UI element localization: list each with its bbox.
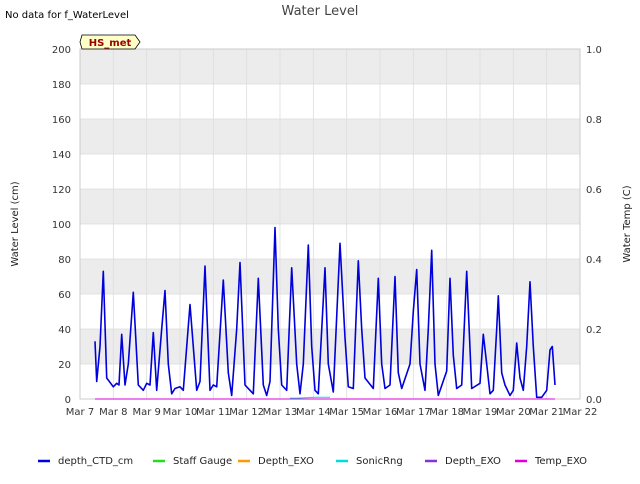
y-tick-label: 40 [58,325,71,336]
x-tick-label: Mar 14 [296,407,331,418]
x-tick-label: Mar 22 [563,407,598,418]
legend-label: depth_CTD_cm [58,456,133,467]
legend-label: Temp_EXO [534,456,587,467]
y2-tick-label: 0.4 [586,255,602,266]
water-level-chart: No data for f_WaterLevel Water Level 0 20… [5,4,633,467]
x-tick-label: Mar 7 [66,407,94,418]
x-tick-label: Mar 17 [396,407,431,418]
x-tick-label: Mar 12 [229,407,264,418]
x-tick-label: Mar 20 [496,407,531,418]
legend-label: Depth_EXO [445,456,501,467]
x-tick-label: Mar 9 [132,407,160,418]
x-tick-label: Mar 11 [196,407,231,418]
y-axis-label: Water Level (cm) [10,181,21,266]
y2-tick-label: 1.0 [586,45,602,56]
x-tick-label: Mar 15 [329,407,364,418]
y-tick-label: 200 [52,45,71,56]
y-tick-label: 160 [52,115,71,126]
y-tick-label: 140 [52,150,71,161]
y-tick-label: 80 [58,255,71,266]
legend-label: Depth_EXO [258,456,314,467]
x-tick-label: Mar 19 [463,407,498,418]
hs-met-annotation: HS_met [79,34,141,50]
y-tick-label: 100 [52,220,71,231]
y-tick-label: 120 [52,185,71,196]
legend-label: SonicRng [356,456,403,467]
y-tick-label: 60 [58,290,71,301]
x-tick-label: Mar 21 [529,407,564,418]
band-stripe [80,119,580,154]
legend: depth_CTD_cm Staff Gauge Depth_EXO SonicRng… [38,456,587,467]
x-tick-label: Mar 13 [263,407,298,418]
no-data-note: No data for f_WaterLevel [5,10,129,21]
x-tick-label: Mar 18 [429,407,464,418]
x-tick-label: Mar 8 [99,407,127,418]
y2-axis-ticks: 0.0 0.2 0.4 0.6 0.8 1.0 [586,45,602,406]
chart-title: Water Level [282,4,359,19]
band-stripe [80,49,580,84]
y2-tick-label: 0.0 [586,395,602,406]
band-stripe [80,189,580,224]
y2-tick-label: 0.6 [586,185,602,196]
y2-tick-label: 0.8 [586,115,602,126]
x-tick-label: Mar 10 [163,407,198,418]
y-tick-label: 180 [52,80,71,91]
x-axis-ticks: Mar 7 Mar 8 Mar 9 Mar 10Mar 11Mar 12Mar 13M… [66,407,598,418]
legend-label: Staff Gauge [173,456,232,467]
band-stripe [80,259,580,294]
y2-tick-label: 0.2 [586,325,602,336]
hs-met-label: HS_met [89,38,132,49]
x-tick-label: Mar 16 [363,407,398,418]
y-axis-ticks: 0 20 40 60 80 100 120 140 160 180 200 [52,45,71,406]
y2-axis-label: Water Temp (C) [622,185,633,262]
y-tick-label: 0 [65,395,71,406]
y-tick-label: 20 [58,360,71,371]
chart-figure: No data for f_WaterLevel Water Level 0 20… [0,0,640,480]
